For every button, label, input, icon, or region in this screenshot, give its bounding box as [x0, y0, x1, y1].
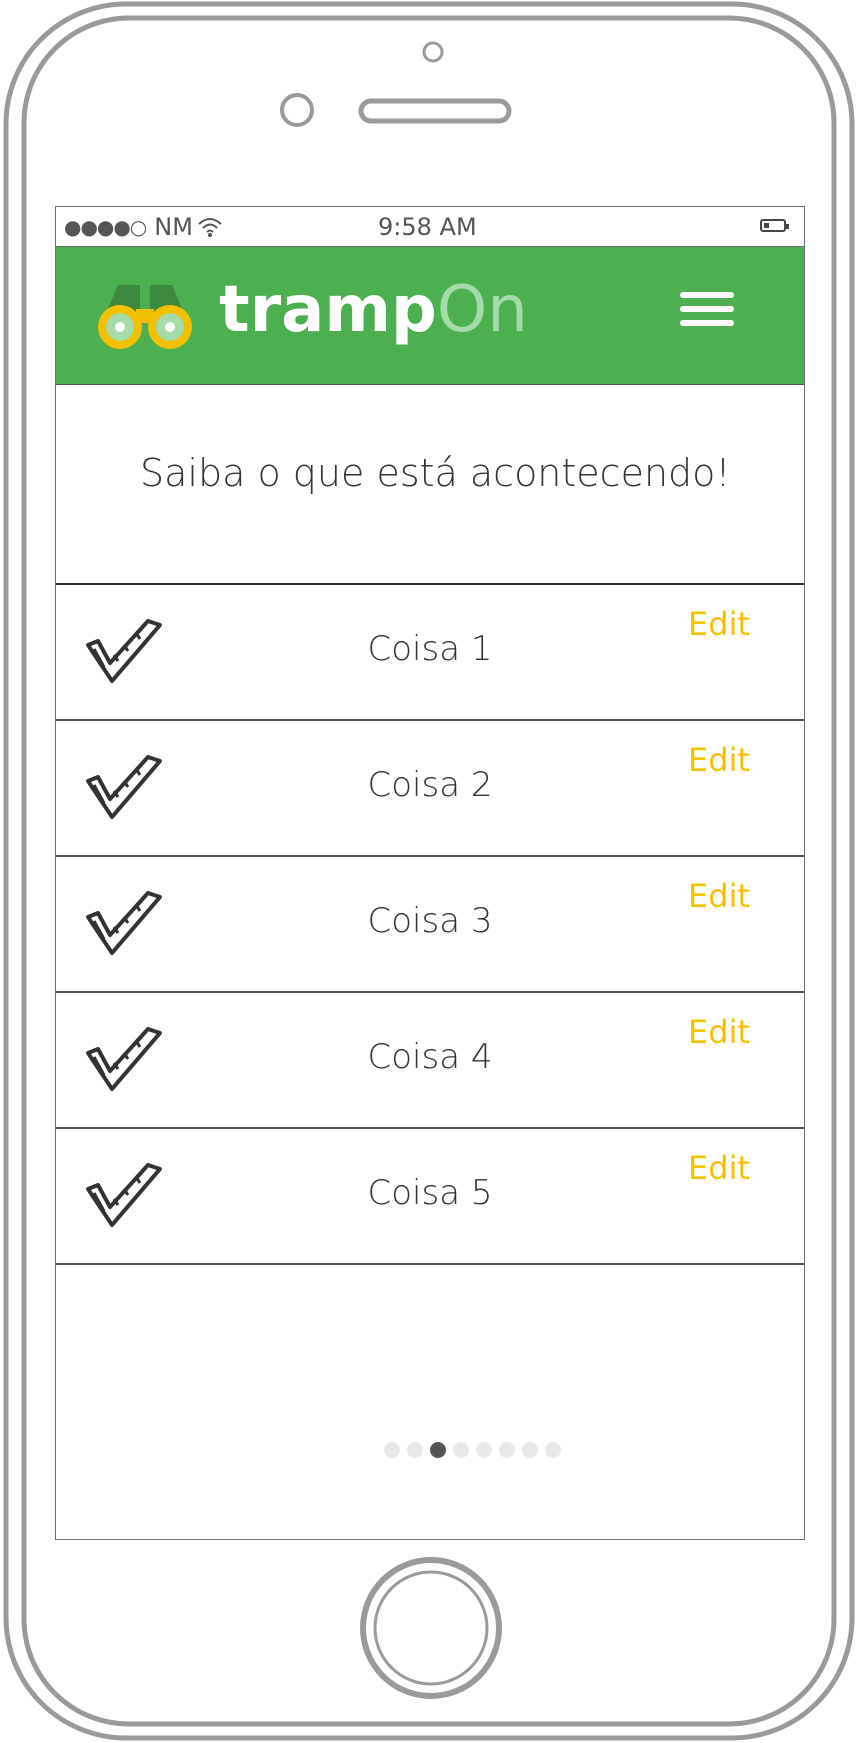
list-item: Coisa 5 Edit — [56, 1129, 804, 1265]
page-dot[interactable] — [522, 1442, 538, 1458]
logo-text-bold: tramp — [219, 273, 437, 347]
list-item: Coisa 2 Edit — [56, 721, 804, 857]
list-item: Coisa 1 Edit — [56, 585, 804, 721]
list-item: Coisa 3 Edit — [56, 857, 804, 993]
app-logo-text: trampOn — [219, 275, 528, 345]
intro-heading: Saiba o que está acontecendo! — [140, 451, 731, 495]
items-list: Coisa 1 Edit Coisa 2 Edit Coisa 3 Edit C… — [56, 585, 804, 1265]
page-dot[interactable] — [384, 1442, 400, 1458]
logo-text-light: On — [436, 273, 528, 347]
status-bar: ●●●●○ NM 9:58 AM — [56, 207, 804, 247]
edit-link[interactable]: Edit — [688, 877, 750, 915]
edit-link[interactable]: Edit — [688, 741, 750, 779]
page-dot[interactable] — [407, 1442, 423, 1458]
speaker-grille — [358, 98, 512, 124]
page-dot[interactable] — [476, 1442, 492, 1458]
clock: 9:58 AM — [378, 213, 477, 241]
carrier-name: NM — [154, 213, 193, 241]
binoculars-icon — [98, 285, 192, 349]
home-button — [360, 1557, 502, 1699]
hamburger-menu-button[interactable] — [680, 292, 734, 334]
app-screen: ●●●●○ NM 9:58 AM trampOn Saiba o que est… — [55, 206, 805, 1540]
page-dot[interactable] — [453, 1442, 469, 1458]
edit-link[interactable]: Edit — [688, 1149, 750, 1187]
edit-link[interactable]: Edit — [688, 1013, 750, 1051]
app-header: trampOn — [56, 247, 804, 385]
edit-link[interactable]: Edit — [688, 605, 750, 643]
page-indicator[interactable] — [384, 1442, 561, 1458]
intro-section: Saiba o que está acontecendo! — [56, 385, 804, 585]
wifi-icon — [198, 218, 222, 237]
front-camera-icon — [422, 41, 444, 63]
battery-icon — [760, 219, 789, 232]
page-dot[interactable] — [430, 1442, 446, 1458]
sensor-icon — [280, 93, 314, 127]
page-dot[interactable] — [545, 1442, 561, 1458]
page-dot[interactable] — [499, 1442, 515, 1458]
list-item: Coisa 4 Edit — [56, 993, 804, 1129]
menu-icon — [680, 292, 734, 298]
signal-strength: ●●●●○ — [64, 215, 147, 239]
